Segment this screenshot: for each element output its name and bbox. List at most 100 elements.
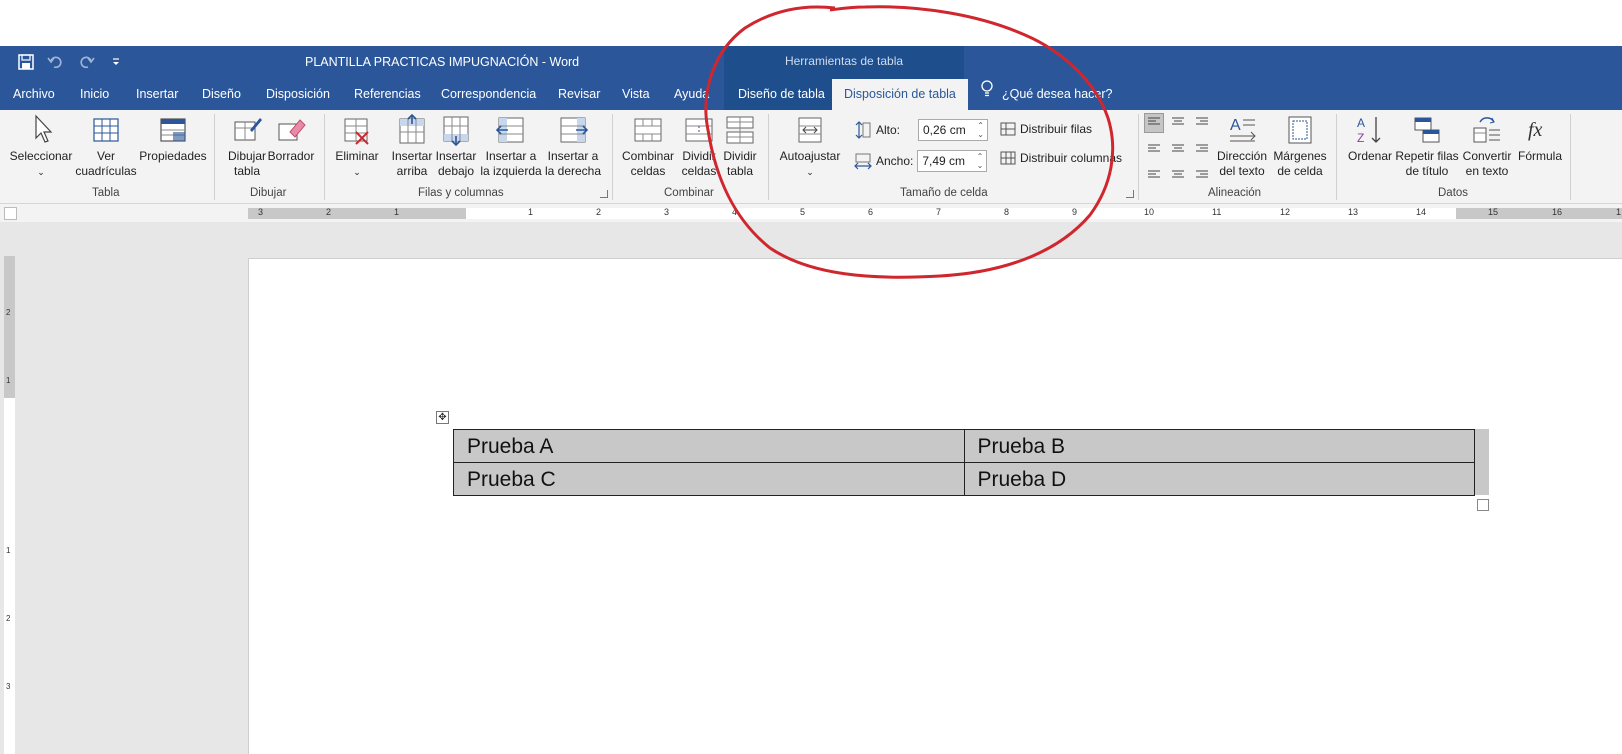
tab-selector[interactable] xyxy=(4,207,17,220)
cell-alignment-grid xyxy=(1144,113,1216,181)
table-cell[interactable]: Prueba D xyxy=(963,462,1475,496)
separator xyxy=(768,114,769,200)
align-bottom-left-icon[interactable] xyxy=(1144,161,1164,181)
tab-disposicion[interactable]: Disposición xyxy=(266,79,330,110)
ruler-number: 15 xyxy=(1488,207,1499,217)
ruler-number: 10 xyxy=(1144,207,1155,217)
sort-button[interactable]: AZ Ordenar xyxy=(1344,114,1396,164)
title-bar: PLANTILLA PRACTICAS IMPUGNACIÓN - Word H… xyxy=(0,46,1622,79)
ruler-number: 2 xyxy=(596,207,602,217)
convert-to-text-button[interactable]: Convertir en texto xyxy=(1460,114,1514,179)
insert-below-icon xyxy=(443,116,469,146)
tab-archivo[interactable]: Archivo xyxy=(13,79,55,110)
table-resize-handle[interactable] xyxy=(1477,499,1489,511)
align-middle-left-icon[interactable] xyxy=(1144,137,1164,157)
autofit-button[interactable]: Autoajustar ⌄ xyxy=(776,114,844,180)
table-cell[interactable]: Prueba A xyxy=(453,429,965,463)
lightbulb-icon xyxy=(980,79,994,110)
tab-insertar[interactable]: Insertar xyxy=(136,79,178,110)
customize-icon[interactable] xyxy=(106,53,126,71)
align-bottom-center-icon[interactable] xyxy=(1168,161,1188,181)
distribute-rows-button[interactable]: Distribuir filas xyxy=(1000,122,1092,136)
tab-correspondencia[interactable]: Correspondencia xyxy=(441,79,536,110)
cell-margins-button[interactable]: Márgenes de celda xyxy=(1270,114,1330,179)
align-top-left-icon[interactable] xyxy=(1144,113,1164,133)
ruler-number: 5 xyxy=(800,207,806,217)
align-middle-center-icon[interactable] xyxy=(1168,137,1188,157)
split-cells-button[interactable]: Dividir celdas xyxy=(676,114,722,179)
tab-diseno-de-tabla[interactable]: Diseño de tabla xyxy=(738,79,825,110)
tab-ayuda[interactable]: Ayuda xyxy=(674,79,709,110)
tab-inicio[interactable]: Inicio xyxy=(80,79,109,110)
insert-left-icon xyxy=(496,117,524,143)
cursor-icon xyxy=(35,114,53,143)
select-button[interactable]: Seleccionar ⌄ xyxy=(8,114,74,180)
spinner-arrows-icon[interactable]: ⌃ ⌄ xyxy=(977,121,984,139)
tab-referencias[interactable]: Referencias xyxy=(354,79,421,110)
text-direction-button[interactable]: A Dirección del texto xyxy=(1214,114,1270,179)
group-label-tamano-celda: Tamaño de celda xyxy=(900,187,988,199)
separator xyxy=(1336,114,1337,200)
align-middle-right-icon[interactable] xyxy=(1192,137,1212,157)
table-tools-header: Herramientas de tabla xyxy=(724,46,964,79)
insert-below-button[interactable]: Insertar debajo xyxy=(432,114,480,179)
table-cell[interactable]: Prueba C xyxy=(453,462,965,496)
width-input[interactable]: 7,49 cm ⌃ ⌄ xyxy=(917,150,988,172)
convert-text-icon xyxy=(1473,117,1500,143)
save-icon[interactable] xyxy=(16,53,36,71)
distribute-rows-icon xyxy=(1000,122,1016,136)
height-input[interactable]: 0,26 cm ⌃ ⌄ xyxy=(918,119,988,141)
draw-table-button[interactable]: Dibujar tabla xyxy=(222,114,272,179)
table-cell[interactable]: Prueba B xyxy=(963,429,1475,463)
tab-disposicion-de-tabla[interactable]: Disposición de tabla xyxy=(832,79,968,110)
spinner-arrows-icon[interactable]: ⌃ ⌄ xyxy=(977,152,984,170)
ruler-number: 1 xyxy=(394,207,400,217)
horizontal-ruler[interactable]: 3 2 1 1 2 3 4 5 6 7 8 9 10 11 12 13 14 15 16 1 xyxy=(248,207,1622,219)
table-row: Prueba A Prueba B xyxy=(453,429,1475,463)
tamano-dialog-launcher[interactable] xyxy=(1126,190,1134,198)
insert-right-button[interactable]: Insertar a la derecha xyxy=(542,114,604,179)
insert-above-button[interactable]: Insertar arriba xyxy=(388,114,436,179)
properties-button[interactable]: Propiedades xyxy=(138,114,208,164)
tab-diseno[interactable]: Diseño xyxy=(202,79,241,110)
eraser-icon xyxy=(278,119,306,141)
align-top-center-icon[interactable] xyxy=(1168,113,1188,133)
filas-dialog-launcher[interactable] xyxy=(600,190,608,198)
redo-icon[interactable] xyxy=(76,53,96,71)
insert-left-button[interactable]: Insertar a la izquierda xyxy=(478,114,544,179)
column-width-icon xyxy=(854,153,872,170)
vertical-ruler[interactable]: 2 1 1 2 3 xyxy=(4,256,15,754)
align-top-right-icon[interactable] xyxy=(1192,113,1212,133)
tell-me-box[interactable]: ¿Qué desea hacer? xyxy=(980,79,1113,110)
tab-vista[interactable]: Vista xyxy=(622,79,650,110)
document-table[interactable]: Prueba A Prueba B Prueba C Prueba D xyxy=(453,429,1475,496)
tab-revisar[interactable]: Revisar xyxy=(558,79,600,110)
eraser-button[interactable]: Borrador xyxy=(266,114,316,164)
ruler-left-margin xyxy=(248,208,466,219)
separator xyxy=(1138,114,1139,200)
ruler-number: 13 xyxy=(1348,207,1359,217)
split-table-button[interactable]: Dividir tabla xyxy=(718,114,762,179)
delete-button[interactable]: Eliminar ⌄ xyxy=(332,114,382,180)
table-move-handle-icon[interactable]: ✥ xyxy=(436,411,449,424)
vruler-number: 3 xyxy=(6,682,11,691)
align-bottom-right-icon[interactable] xyxy=(1192,161,1212,181)
ruler-number: 6 xyxy=(868,207,874,217)
ribbon: Seleccionar ⌄ Ver cuadrículas Propiedades … xyxy=(0,110,1622,204)
distribute-columns-button[interactable]: Distribuir columnas xyxy=(1000,151,1122,165)
view-gridlines-button[interactable]: Ver cuadrículas xyxy=(74,114,138,179)
separator xyxy=(1570,114,1571,200)
vruler-number: 1 xyxy=(6,376,11,385)
ruler-number: 4 xyxy=(732,207,738,217)
group-label-filas-columnas: Filas y columnas xyxy=(418,187,504,199)
formula-button[interactable]: fx Fórmula xyxy=(1514,114,1566,164)
undo-icon[interactable] xyxy=(46,53,66,71)
document-page[interactable]: ✥ Prueba A Prueba B Prueba C Prueba D xyxy=(248,258,1622,754)
pencil-table-icon xyxy=(234,118,262,141)
merge-cells-button[interactable]: Combinar celdas xyxy=(620,114,676,179)
ruler-right-margin xyxy=(1456,208,1622,219)
separator xyxy=(612,114,613,200)
ruler-number: 12 xyxy=(1280,207,1291,217)
svg-text:Z: Z xyxy=(1357,131,1364,145)
repeat-header-rows-button[interactable]: Repetir filas de título xyxy=(1394,114,1460,179)
